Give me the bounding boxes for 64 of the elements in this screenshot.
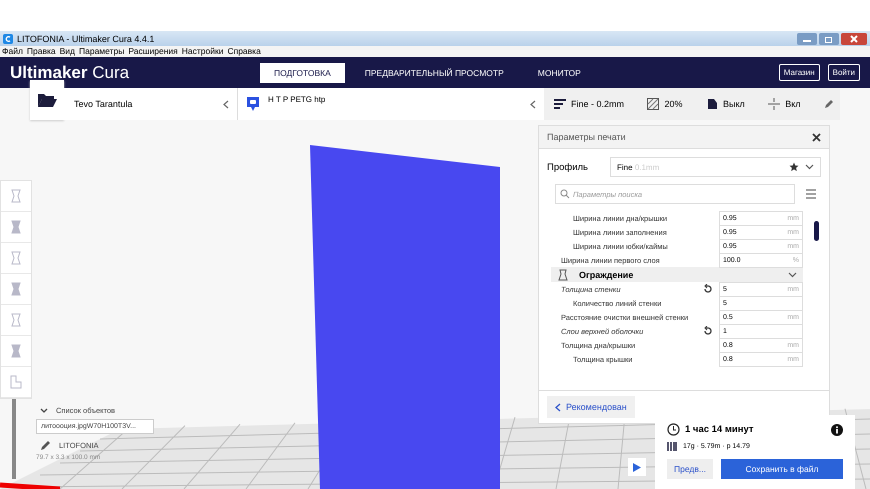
info-icon[interactable] [831,424,843,436]
material-selector[interactable]: H T P PETG htp [238,88,544,120]
app-logo: Ultimaker Cura [10,62,130,82]
chevron-left-icon [530,100,536,108]
pencil-icon [824,99,834,109]
print-settings-bar[interactable]: Fine - 0.2mm 20% Выкл Вкл [544,88,840,120]
print-time: 1 час 14 минут [685,424,754,435]
scrollbar-thumb[interactable] [814,221,819,241]
recommended-button[interactable]: Рекомендован [547,396,635,418]
panel-title: Параметры печати [547,132,626,142]
print-setting-value: Fine - 0.2mm [571,99,624,109]
restore-icon [824,34,834,42]
stage-tab[interactable]: ПРЕДВАРИТЕЛЬНЫЙ ПРОСМОТР [350,62,518,82]
header-button[interactable]: Магазин [778,64,820,81]
open-file-button[interactable] [30,80,64,120]
play-icon [633,462,641,472]
minimize-button[interactable] [797,32,817,44]
tool-icon [9,188,23,204]
tool-icon [9,281,23,297]
tool-icon [9,250,23,266]
reset-icon[interactable] [703,284,713,294]
printer-selector[interactable]: Tevo Tarantula [64,88,238,120]
chevron-left-icon [223,100,229,108]
clock-icon [667,423,680,436]
stage-tab[interactable]: МОНИТОР [524,62,595,82]
menu-item[interactable]: Правка [26,46,56,57]
reset-icon[interactable] [703,326,713,336]
menu-item[interactable]: Файл [2,46,23,57]
app-icon [3,34,13,44]
save-button[interactable]: Сохранить в файл [720,459,843,479]
tool-icon [9,343,23,359]
stage-tab[interactable]: ПОДГОТОВКА [260,62,345,82]
chevron-down-icon[interactable] [40,408,48,414]
close-icon[interactable] [812,132,821,142]
tool-icon [9,312,23,328]
infill-icon [647,98,660,110]
menu-icon[interactable] [805,189,817,199]
star-icon [789,162,799,172]
menu-item[interactable]: Справка [227,46,261,57]
search-icon [560,189,570,199]
tool-icon [9,219,23,235]
category-header[interactable]: Ограждение [551,267,803,282]
pencil-icon[interactable] [40,440,51,451]
preview-button[interactable]: Предв... [667,459,713,479]
layers-icon [554,98,566,110]
menu-item[interactable]: Настройки [182,46,224,57]
menu-item[interactable]: Параметры [79,46,124,57]
menu-item[interactable]: Расширения [128,46,178,57]
header-button[interactable]: Войти [828,64,860,81]
print-setting-value: Выкл [722,99,745,109]
menu-item[interactable]: Вид [60,46,76,57]
print-setting-value: 20% [664,99,682,109]
profile-label: Профиль [547,162,588,172]
play-button[interactable] [628,458,646,476]
chevron-down-icon [788,272,797,278]
close-icon [849,34,859,42]
restore-button[interactable] [819,32,839,44]
tool-icon [9,374,23,390]
close-button[interactable] [841,32,867,44]
chevron-down-icon [805,164,814,170]
folder-icon [37,92,57,108]
print-setting-value: Вкл [785,99,800,109]
window-title: LITOFONIA - Ultimaker Cura 4.4.1 [17,34,154,44]
chevron-left-icon [555,402,561,412]
